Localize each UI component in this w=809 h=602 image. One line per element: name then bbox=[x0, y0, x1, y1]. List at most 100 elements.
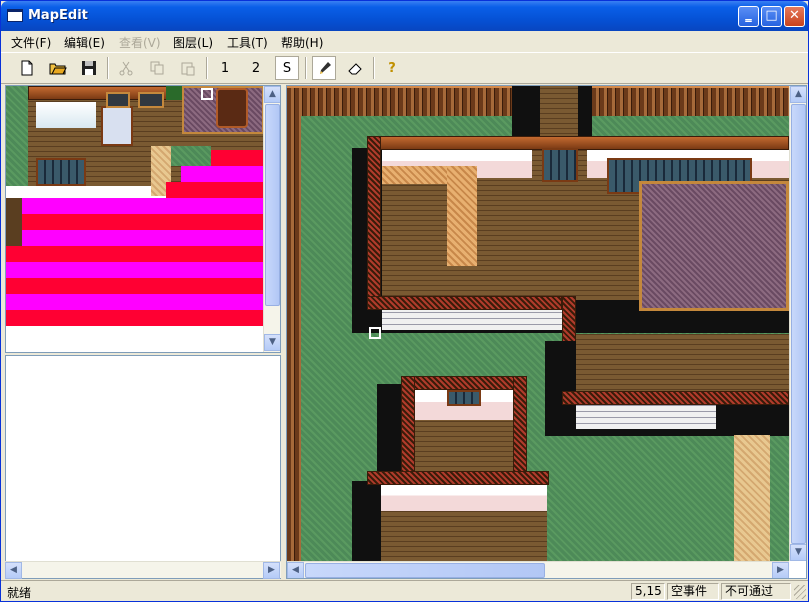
tileset-empty bbox=[6, 326, 264, 352]
menu-edit[interactable]: 编辑(E) bbox=[64, 34, 105, 51]
pencil-button[interactable] bbox=[312, 56, 336, 80]
map-floor[interactable] bbox=[540, 86, 578, 138]
map-doorway[interactable] bbox=[727, 405, 767, 435]
map-wallpaper[interactable] bbox=[381, 485, 547, 511]
tile-plant[interactable] bbox=[166, 86, 182, 100]
menu-tools[interactable]: 工具(T) bbox=[227, 34, 268, 51]
status-coords: 5,15 bbox=[631, 583, 665, 600]
new-file-button[interactable] bbox=[15, 56, 39, 80]
tileset-canvas[interactable] bbox=[6, 86, 264, 352]
layer-1-button[interactable]: 1 bbox=[213, 56, 237, 80]
scroll-right-button[interactable]: ▶ bbox=[263, 562, 280, 579]
scroll-left-button[interactable]: ◀ bbox=[5, 562, 22, 579]
map-cursor bbox=[369, 327, 381, 339]
menu-help[interactable]: 帮助(H) bbox=[281, 34, 323, 51]
tile-magenta[interactable] bbox=[22, 230, 264, 246]
map-fence[interactable] bbox=[592, 86, 789, 116]
menu-bar: 文件(F) 编辑(E) 查看(V) 图层(L) 工具(T) 帮助(H) bbox=[1, 31, 808, 51]
map-vscroll[interactable]: ▲ ▼ bbox=[789, 86, 806, 561]
map-hscroll[interactable]: ◀ ▶ bbox=[287, 561, 789, 578]
scroll-up-button[interactable]: ▲ bbox=[264, 86, 280, 103]
tile-red[interactable] bbox=[6, 278, 264, 294]
cut-button[interactable] bbox=[114, 56, 138, 80]
map-stone-wall[interactable] bbox=[576, 405, 716, 429]
map-post[interactable] bbox=[367, 136, 381, 306]
open-button[interactable] bbox=[46, 56, 70, 80]
menu-layer[interactable]: 图层(L) bbox=[173, 34, 213, 51]
save-button[interactable] bbox=[77, 56, 101, 80]
tile-bed[interactable] bbox=[36, 102, 96, 128]
tile-red[interactable] bbox=[22, 214, 264, 230]
event-list-panel[interactable] bbox=[5, 355, 281, 579]
tileset-scroll-thumb[interactable] bbox=[265, 104, 280, 306]
tile-picture[interactable] bbox=[106, 92, 130, 108]
layer-2-button[interactable]: 2 bbox=[244, 56, 268, 80]
map-scroll-down-button[interactable]: ▼ bbox=[790, 544, 806, 561]
map-panel[interactable]: ▲ ▼ ◀ ▶ bbox=[286, 85, 807, 579]
minimize-button[interactable]: ‗ bbox=[738, 6, 759, 27]
menu-view[interactable]: 查看(V) bbox=[119, 34, 161, 51]
chevron-up-icon: ▲ bbox=[795, 89, 802, 99]
app-icon bbox=[7, 9, 23, 22]
maximize-button[interactable]: □ bbox=[761, 6, 782, 27]
status-text: 就绪 bbox=[7, 586, 32, 600]
paste-button[interactable] bbox=[176, 56, 200, 80]
close-button[interactable]: ✕ bbox=[784, 6, 805, 27]
tile-fence[interactable] bbox=[6, 198, 22, 246]
chevron-right-icon: ▶ bbox=[777, 565, 784, 575]
scroll-down-button[interactable]: ▼ bbox=[264, 334, 280, 351]
paste-icon bbox=[181, 62, 195, 76]
tile-painting[interactable] bbox=[138, 92, 164, 108]
chevron-down-icon: ▼ bbox=[269, 337, 276, 347]
tile-grass-2[interactable] bbox=[171, 146, 211, 166]
map-fence[interactable] bbox=[287, 86, 527, 116]
map-stone-wall[interactable] bbox=[382, 310, 562, 330]
tileset-panel[interactable]: ▲ ▼ bbox=[5, 85, 281, 353]
map-door[interactable] bbox=[542, 148, 578, 182]
title-bar[interactable]: MapEdit ‗ □ ✕ bbox=[1, 1, 808, 31]
new-file-icon bbox=[21, 60, 33, 76]
layer-s-button[interactable]: S bbox=[275, 56, 299, 80]
left-hscroll[interactable]: ◀ ▶ bbox=[5, 561, 281, 579]
eraser-button[interactable] bbox=[343, 56, 367, 80]
map-rug[interactable] bbox=[447, 166, 477, 266]
tile-red[interactable] bbox=[166, 182, 264, 198]
map-fence[interactable] bbox=[287, 86, 301, 561]
tile-red[interactable] bbox=[6, 310, 264, 326]
map-canvas[interactable] bbox=[287, 86, 789, 561]
map-floor[interactable] bbox=[576, 334, 789, 394]
chevron-up-icon: ▲ bbox=[269, 89, 276, 99]
tile-grass[interactable] bbox=[6, 86, 28, 186]
tile-armchair[interactable] bbox=[216, 88, 248, 128]
help-button[interactable]: ? bbox=[380, 56, 404, 80]
tile-chair[interactable] bbox=[101, 106, 133, 146]
tile-magenta[interactable] bbox=[22, 198, 264, 214]
menu-file[interactable]: 文件(F) bbox=[11, 34, 51, 51]
cut-icon bbox=[119, 61, 133, 76]
map-path[interactable] bbox=[734, 435, 770, 561]
map-beam[interactable] bbox=[367, 296, 562, 310]
map-carpet[interactable] bbox=[639, 181, 789, 311]
tile-magenta[interactable] bbox=[181, 166, 264, 182]
map-shadow[interactable] bbox=[352, 481, 382, 561]
tile-magenta[interactable] bbox=[6, 294, 264, 310]
map-beam[interactable] bbox=[562, 391, 789, 405]
map-hscroll-thumb[interactable] bbox=[305, 563, 545, 578]
resize-grip[interactable] bbox=[794, 585, 806, 599]
tile-red[interactable] bbox=[211, 150, 264, 166]
map-beam[interactable] bbox=[367, 471, 549, 485]
map-scroll-thumb[interactable] bbox=[791, 104, 806, 544]
copy-button[interactable] bbox=[145, 56, 169, 80]
tile-shelf[interactable] bbox=[36, 158, 86, 186]
map-scroll-up-button[interactable]: ▲ bbox=[790, 86, 806, 103]
tile-red[interactable] bbox=[6, 246, 264, 262]
tileset-vscroll[interactable]: ▲ ▼ bbox=[263, 86, 280, 352]
tile-selection-cursor bbox=[201, 88, 213, 100]
map-window[interactable] bbox=[447, 390, 481, 406]
map-scroll-right-button[interactable]: ▶ bbox=[772, 562, 789, 578]
map-beam[interactable] bbox=[401, 376, 526, 390]
map-scroll-left-button[interactable]: ◀ bbox=[287, 562, 304, 578]
tile-magenta[interactable] bbox=[6, 262, 264, 278]
map-floor[interactable] bbox=[381, 511, 547, 561]
map-beam[interactable] bbox=[367, 136, 789, 150]
